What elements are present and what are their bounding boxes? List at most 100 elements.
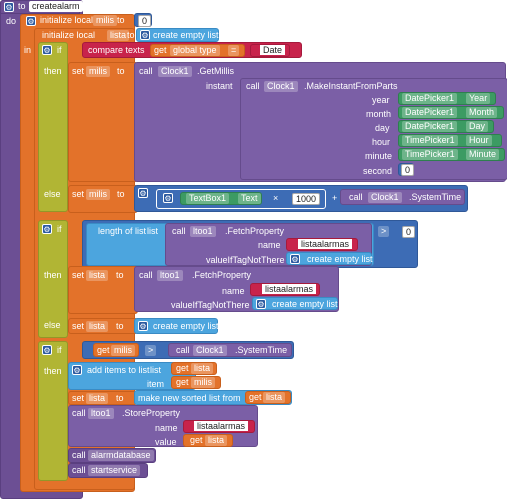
in-label: in (24, 45, 32, 55)
to-label: to (18, 1, 26, 11)
tinydb-dropdown[interactable]: ltoo1 (157, 270, 183, 281)
if-label: if (57, 345, 62, 355)
list-gear-icon[interactable]: ⚙ (256, 299, 266, 309)
list-gear-icon[interactable]: ⚙ (72, 365, 82, 375)
name-label: name (222, 286, 245, 296)
if-gear-icon[interactable]: ⚙ (42, 345, 52, 355)
to-label: to (117, 15, 125, 25)
to-label: to (117, 66, 125, 76)
sorted-label: make new sorted list from (138, 393, 241, 403)
compare-op-dropdown[interactable]: > (145, 345, 157, 356)
date-string[interactable]: Date (260, 45, 286, 55)
multiplier-value[interactable]: 1000 (292, 193, 321, 205)
if-gear-icon[interactable]: ⚙ (42, 45, 52, 55)
call-label: call (349, 192, 363, 202)
get-lista-var[interactable]: lista (205, 435, 228, 446)
prop-dropdown[interactable]: Minute (466, 149, 500, 160)
clock-dropdown[interactable]: Clock1 (368, 192, 402, 203)
system-time-method: .SystemTime (409, 192, 462, 202)
second-value[interactable]: 0 (401, 164, 415, 176)
value-label: value (155, 437, 177, 447)
set-milis-var[interactable]: milis (86, 66, 110, 77)
init-lista-var[interactable]: lista (107, 30, 130, 41)
if-block-3[interactable] (38, 341, 68, 481)
init-milis-var[interactable]: milis (93, 15, 117, 26)
procedure-dropdown[interactable]: startservice (88, 465, 141, 476)
get-millis-method: .GetMillis (197, 66, 235, 76)
init-gear-icon[interactable]: ⚙ (26, 16, 36, 26)
get-label: get (249, 392, 262, 402)
math-gear-icon[interactable]: ⚙ (138, 188, 148, 198)
picker-dropdown[interactable]: DatePicker1 (402, 93, 458, 104)
set-label: set (72, 189, 85, 199)
set-milis-block-1[interactable] (68, 62, 138, 182)
to-label: to (116, 393, 124, 403)
compare-texts-label: compare texts (88, 45, 145, 55)
list-gear-icon[interactable]: ⚙ (290, 254, 300, 264)
procedure-name-field[interactable]: createalarm (29, 1, 83, 12)
name-label: name (155, 423, 178, 433)
prop-dropdown[interactable]: Year (466, 93, 491, 104)
clock-dropdown[interactable]: Clock1 (158, 66, 192, 77)
store-tag-string[interactable]: listaalarmas (194, 421, 249, 431)
set-label: set (72, 270, 85, 280)
get-label: get (154, 45, 167, 55)
get-milis-var[interactable]: milis (111, 345, 135, 356)
global-type-dropdown[interactable]: global type (170, 45, 220, 56)
else-label: else (44, 320, 61, 330)
set-label: set (72, 321, 85, 331)
mutator-gear-icon[interactable]: ⚙ (4, 2, 14, 12)
to-label: to (127, 30, 135, 40)
call-label: call (72, 450, 86, 460)
get-label: get (176, 377, 189, 387)
empty-list-label: create empty list (307, 254, 373, 264)
then-label: then (44, 366, 62, 376)
to-label: to (116, 270, 124, 280)
compare-op-dropdown[interactable]: = (228, 45, 240, 56)
compare-op-dropdown[interactable]: > (378, 226, 390, 237)
picker-dropdown[interactable]: TimePicker1 (402, 135, 458, 146)
get-milis-var[interactable]: milis (191, 377, 215, 388)
empty-list-label: create empty list (153, 321, 219, 331)
prop-dropdown[interactable]: Day (466, 121, 489, 132)
call-label: call (176, 345, 190, 355)
tag-string[interactable]: listaalarmas (298, 239, 353, 249)
list-gear-icon[interactable]: ⚙ (140, 30, 150, 40)
textbox-dropdown[interactable]: TextBox1 (186, 193, 230, 204)
set-lista-var[interactable]: lista (86, 270, 109, 281)
add-items-label: add items to list (87, 365, 150, 375)
item-label: item (147, 379, 165, 389)
fetch-method: .FetchProperty (192, 270, 252, 280)
set-lista-var[interactable]: lista (86, 321, 109, 332)
init-local-label: initialize local (42, 30, 96, 40)
get-lista-var[interactable]: lista (191, 363, 214, 374)
compare-value[interactable]: 0 (402, 226, 416, 238)
set-milis-var[interactable]: milis (86, 189, 110, 200)
prop-dropdown[interactable]: Month (466, 107, 498, 118)
prop-dropdown[interactable]: Hour (466, 135, 492, 146)
value-if-label: valueIfTagNotThere (206, 255, 285, 265)
procedure-dropdown[interactable]: alarmdatabase (88, 450, 154, 461)
tag-string[interactable]: listaalarmas (262, 284, 317, 294)
picker-dropdown[interactable]: DatePicker1 (402, 107, 458, 118)
set-label: set (72, 66, 85, 76)
if-label: if (57, 224, 62, 234)
list-gear-icon[interactable]: ⚙ (138, 321, 148, 331)
param-label: second (363, 166, 393, 176)
tinydb-dropdown[interactable]: ltoo1 (190, 226, 216, 237)
get-lista-var[interactable]: lista (263, 392, 286, 403)
math-gear-icon[interactable]: ⚙ (163, 193, 173, 203)
clock-dropdown[interactable]: Clock1 (193, 345, 227, 356)
picker-dropdown[interactable]: TimePicker1 (402, 149, 458, 160)
text-prop-dropdown[interactable]: Text (238, 193, 261, 204)
make-instant-method: .MakeInstantFromParts (304, 81, 398, 91)
clock-dropdown[interactable]: Clock1 (264, 81, 298, 92)
tinydb-dropdown[interactable]: ltoo1 (88, 408, 114, 419)
length-of-list-label: length of list (98, 226, 147, 236)
set-lista-var[interactable]: lista (86, 393, 109, 404)
number-value-zero[interactable]: 0 (138, 15, 152, 27)
list-label: list (150, 365, 161, 375)
call-label: call (72, 465, 86, 475)
if-gear-icon[interactable]: ⚙ (42, 224, 52, 234)
picker-dropdown[interactable]: DatePicker1 (402, 121, 458, 132)
